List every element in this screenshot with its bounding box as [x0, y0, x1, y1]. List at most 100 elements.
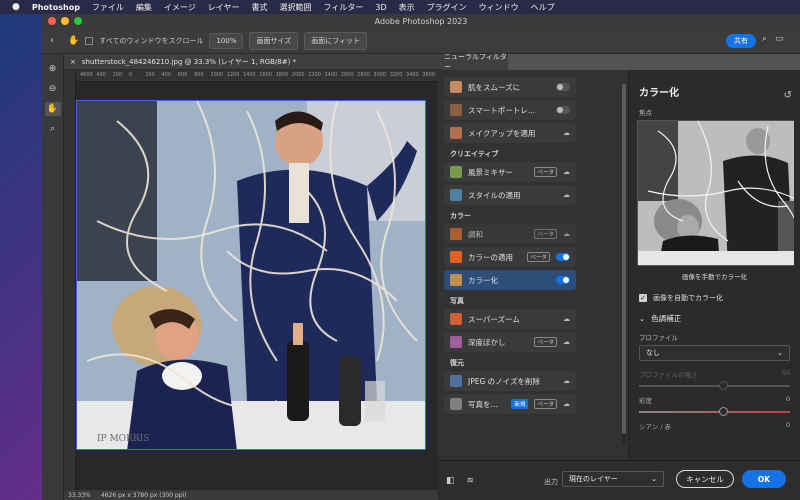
horizontal-ruler: 4600 400 200 0 200 400 600 800 1000 1200 1400 1600 1…: [76, 70, 438, 82]
color-adjust-section[interactable]: ⌄ 色調補正: [639, 313, 790, 324]
menu-3d[interactable]: 3D: [375, 3, 386, 12]
document-tab[interactable]: × shutterstock_484246210.jpg @ 33.3% (レイ…: [64, 54, 438, 70]
menu-card-text: IP MORRIS: [97, 434, 149, 444]
menu-select[interactable]: 選択範囲: [280, 2, 312, 13]
filter-item[interactable]: スーパーズーム ☁: [444, 309, 576, 329]
filter-name: JPEG のノイズを削除: [468, 376, 540, 386]
neural-filters-tab[interactable]: ニューラルフィルター: [438, 53, 508, 71]
beta-badge: ベータ: [534, 337, 557, 347]
filter-item[interactable]: スタイルの適用 ☁: [444, 185, 576, 205]
ok-button[interactable]: OK: [742, 470, 786, 488]
document-size: 4626 px x 3780 px (300 ppi): [100, 491, 187, 499]
cloud-download-icon[interactable]: ☁: [563, 315, 570, 323]
ruler-tick: 200: [112, 72, 123, 78]
filter-list-scrollbar[interactable]: [622, 84, 626, 444]
cloud-download-icon[interactable]: ☁: [563, 377, 570, 385]
profile-strength-slider[interactable]: プロファイルの強さ 50: [639, 369, 790, 390]
filter-item[interactable]: カラー化: [444, 270, 576, 290]
saturation-slider[interactable]: 彩度 0: [639, 395, 790, 416]
filter-name: スタイルの適用: [468, 190, 521, 200]
filter-item[interactable]: スマートポートレ…: [444, 100, 576, 120]
ruler-tick: 4600: [80, 72, 93, 78]
filter-thumbnail-icon: [450, 313, 462, 325]
zoom-in-icon[interactable]: ⊕: [45, 62, 61, 76]
workspace-icon[interactable]: ▭: [775, 34, 784, 44]
menu-image[interactable]: イメージ: [164, 2, 196, 13]
filter-item[interactable]: 調和 ベータ ☁: [444, 224, 576, 244]
filter-toggle[interactable]: [556, 253, 570, 261]
fill-screen-button[interactable]: 画面にフィット: [304, 31, 368, 50]
filter-item[interactable]: 風景ミキサー ベータ ☁: [444, 162, 576, 182]
neural-filters-panel: 肌をスムーズに スマートポートレ… メイクアップを適用 ☁ クリエイティブ 風景ミキサーベ…: [438, 70, 800, 500]
filter-item[interactable]: 深度ぼかし ベータ ☁: [444, 332, 576, 352]
tools-panel: ⊕ ⊖ ✋ ⌕: [42, 54, 64, 500]
menu-filter[interactable]: フィルター: [324, 2, 364, 13]
zoom-level[interactable]: 33.33%: [68, 492, 91, 499]
neural-filters-tab-label: ニューラルフィルター: [444, 53, 507, 71]
cloud-download-icon[interactable]: ☁: [563, 168, 570, 176]
filter-toggle[interactable]: [556, 106, 570, 114]
settings-scrollbar[interactable]: [794, 70, 800, 460]
filter-item[interactable]: JPEG のノイズを削除 ☁: [444, 371, 576, 391]
hand-icon[interactable]: ✋: [44, 102, 61, 116]
scroll-all-checkbox[interactable]: [85, 36, 94, 45]
menu-plugins[interactable]: プラグイン: [427, 2, 467, 13]
filter-item[interactable]: 肌をスムーズに: [444, 77, 576, 97]
menu-window[interactable]: ウィンドウ: [479, 2, 519, 13]
profile-select[interactable]: なし ⌄: [639, 345, 790, 361]
cancel-button[interactable]: キャンセル: [676, 470, 734, 488]
hand-tool-icon[interactable]: ✋: [68, 36, 79, 46]
search-icon[interactable]: ⌕: [762, 34, 767, 44]
close-tab-icon[interactable]: ×: [70, 58, 76, 66]
cyan-red-slider[interactable]: シアン / 赤 0: [639, 421, 790, 431]
cloud-download-icon[interactable]: ☁: [563, 129, 570, 137]
menu-help[interactable]: ヘルプ: [531, 2, 555, 13]
menu-layer[interactable]: レイヤー: [208, 2, 240, 13]
ruler-tick: 2800: [357, 72, 370, 78]
options-bar: ‹ ✋ すべてのウィンドウをスクロール 100% 画面サイズ 画面にフィット 共…: [42, 28, 800, 54]
menu-view[interactable]: 表示: [399, 2, 415, 13]
maximize-window-button[interactable]: [74, 17, 82, 25]
apple-menu-icon[interactable]: ●: [12, 2, 20, 12]
filter-item[interactable]: メイクアップを適用 ☁: [444, 123, 576, 143]
app-menu[interactable]: Photoshop: [32, 3, 80, 12]
ruler-tick: 1000: [210, 72, 224, 78]
cloud-download-icon[interactable]: ☁: [563, 191, 570, 199]
filter-name: 深度ぼかし: [468, 337, 506, 347]
scroll-all-label: すべてのウィンドウをスクロール: [99, 36, 204, 45]
menu-type[interactable]: 書式: [252, 2, 268, 13]
reset-icon[interactable]: ↺: [784, 90, 792, 101]
profile-strength-knob[interactable]: [719, 381, 728, 390]
focus-preview[interactable]: [637, 120, 800, 266]
layers-icon[interactable]: ≋: [467, 476, 475, 486]
zoom-100-button[interactable]: 100%: [209, 32, 244, 49]
close-window-button[interactable]: [48, 17, 56, 25]
document-image[interactable]: IP MORRIS: [76, 100, 426, 450]
saturation-value: 0: [785, 395, 790, 403]
cyan-red-label: シアン / 赤: [639, 423, 672, 431]
saturation-knob[interactable]: [719, 407, 728, 416]
magnify-icon[interactable]: ⌕: [45, 122, 61, 136]
filter-toggle[interactable]: [556, 276, 570, 284]
zoom-out-icon[interactable]: ⊖: [45, 82, 61, 96]
menu-edit[interactable]: 編集: [136, 2, 152, 13]
compare-icon[interactable]: ◧: [446, 476, 455, 486]
auto-colorize-row[interactable]: ✓ 画像を自動でカラー化: [639, 293, 790, 303]
ruler-tick: 3600: [422, 72, 436, 78]
filter-category: カラー: [450, 212, 471, 220]
filter-toggle[interactable]: [556, 83, 570, 91]
menu-file[interactable]: ファイル: [92, 2, 124, 13]
cloud-download-icon[interactable]: ☁: [563, 338, 570, 346]
filter-item[interactable]: 写真を… 新規 ベータ ☁: [444, 394, 576, 414]
filter-item[interactable]: カラーの適用 ベータ: [444, 247, 576, 267]
manual-colorize-button[interactable]: 画像を手動でカラー化: [639, 271, 790, 281]
output-select[interactable]: 現在のレイヤー ⌄: [562, 471, 664, 487]
minimize-window-button[interactable]: [61, 17, 69, 25]
ruler-tick: 400: [161, 72, 172, 78]
fit-screen-button[interactable]: 画面サイズ: [249, 31, 299, 50]
back-icon[interactable]: ‹: [50, 35, 54, 46]
cloud-download-icon[interactable]: ☁: [563, 400, 570, 408]
share-button[interactable]: 共有: [726, 34, 756, 48]
auto-colorize-checkbox[interactable]: ✓: [639, 294, 647, 302]
cloud-download-icon[interactable]: ☁: [563, 230, 570, 238]
